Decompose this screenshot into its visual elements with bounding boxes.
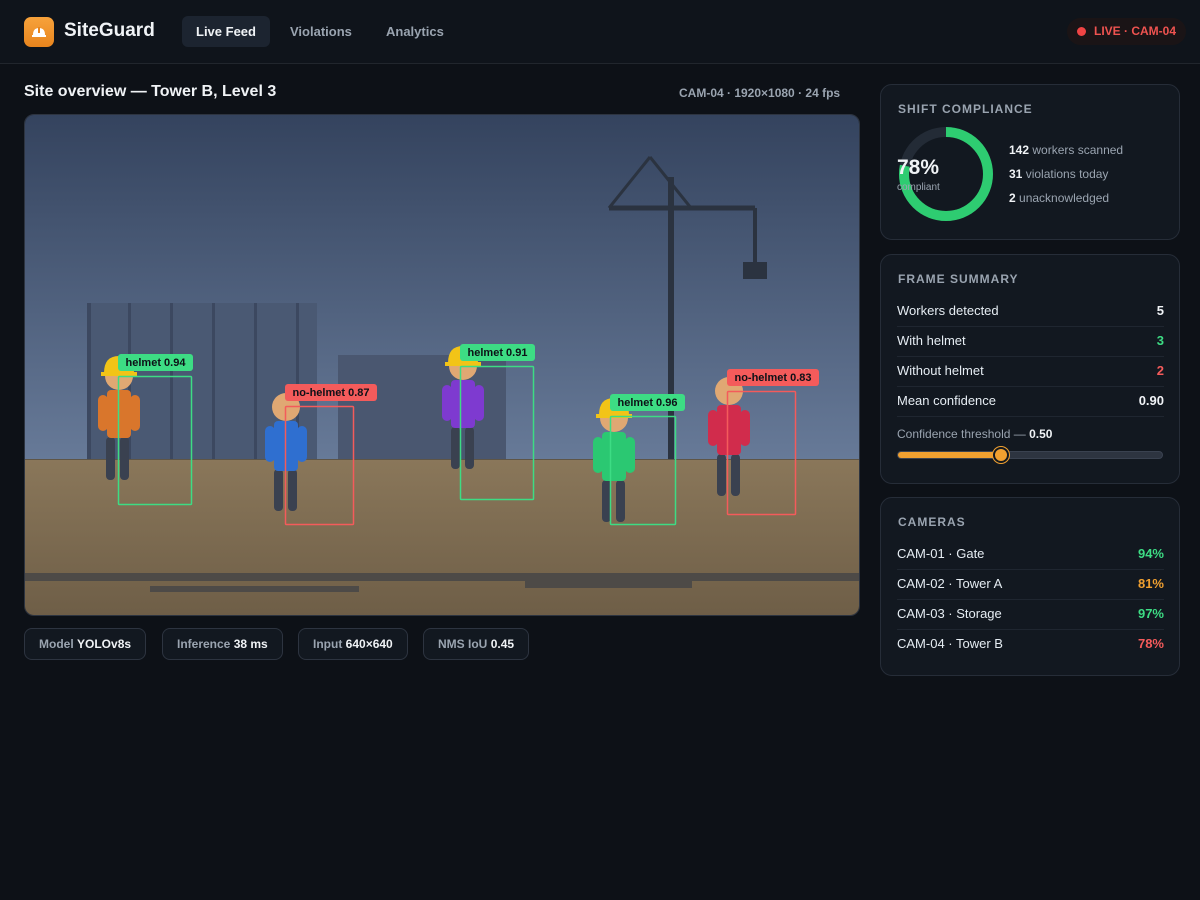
camera-label: CAM-01 · Gate (897, 546, 985, 561)
card-title: FRAME SUMMARY (898, 272, 1019, 286)
frame-summary-card: FRAME SUMMARY Workers detected 5 With he… (880, 254, 1180, 484)
row-value: 3 (1156, 333, 1164, 348)
inference-chip: Inference 38 ms (162, 628, 283, 660)
detection-label-3: helmet 0.91 (468, 347, 528, 359)
threshold-slider[interactable] (897, 451, 1163, 459)
stat-text: workers scanned (1032, 143, 1124, 157)
summary-row-workers: Workers detected 5 (897, 297, 1164, 327)
page-title: Site overview — Tower B, Level 3 (24, 83, 277, 100)
live-badge-label: LIVE · CAM-04 (1093, 24, 1176, 38)
chip-value: 640×640 (345, 637, 393, 651)
stat-unacknowledged: 2 unacknowledged (1009, 191, 1109, 205)
chip-key: NMS IoU (438, 637, 488, 651)
camera-label: CAM-02 · Tower A (897, 576, 1003, 591)
stat-violations-today: 31 violations today (1009, 167, 1108, 181)
row-value: 5 (1156, 303, 1164, 318)
compliance-percent: 78% (897, 156, 940, 179)
chip-key: Inference (177, 637, 231, 651)
model-chip: Model YOLOv8s (24, 628, 147, 660)
camera-feed[interactable]: helmet 0.94 no-helmet 0.87 helmet 0.91 h… (24, 114, 860, 616)
stat-workers-scanned: 142 workers scanned (1009, 143, 1123, 157)
hardhat-logo-icon (24, 17, 54, 47)
nms-iou-chip: NMS IoU 0.45 (423, 628, 530, 660)
camera-row-cam-02[interactable]: CAM-02 · Tower A 81% (897, 570, 1164, 600)
row-label: Workers detected (897, 303, 999, 318)
camera-row-cam-03[interactable]: CAM-03 · Storage 97% (897, 600, 1164, 630)
camera-label: CAM-04 · Tower B (897, 636, 1003, 651)
threshold-label: Confidence threshold — 0.50 (897, 427, 1052, 441)
stat-text: violations today (1025, 167, 1109, 181)
summary-row-mean-confidence: Mean confidence 0.90 (897, 387, 1164, 417)
tab-live-feed[interactable]: Live Feed (182, 16, 270, 47)
row-label: Mean confidence (897, 393, 997, 408)
top-bar: SiteGuard Live Feed Violations Analytics… (0, 0, 1200, 64)
camera-compliance: 78% (1137, 636, 1164, 651)
slider-thumb[interactable] (992, 447, 1009, 463)
camera-row-cam-01[interactable]: CAM-01 · Gate 94% (897, 540, 1164, 570)
chip-value: 0.45 (490, 637, 515, 651)
feed-scene: helmet 0.94 no-helmet 0.87 helmet 0.91 h… (25, 115, 859, 615)
tab-violations[interactable]: Violations (276, 16, 366, 47)
chip-value: 38 ms (233, 637, 268, 651)
threshold-text: Confidence threshold — (897, 427, 1026, 441)
row-value: 2 (1156, 363, 1164, 378)
stat-text: unacknowledged (1019, 191, 1110, 205)
summary-row-without-helmet: Without helmet 2 (897, 357, 1164, 387)
stat-number: 2 (1009, 191, 1016, 205)
compliance-donut: 78% compliant (897, 125, 995, 223)
chip-key: Model (39, 637, 74, 651)
cameras-card: CAMERAS CAM-01 · Gate 94% CAM-02 · Tower… (880, 497, 1180, 676)
detection-label-2: no-helmet 0.87 (292, 387, 369, 399)
chip-key: Input (313, 637, 343, 651)
card-title: CAMERAS (898, 515, 966, 529)
camera-label: CAM-03 · Storage (897, 606, 1002, 621)
compliance-sub: compliant (897, 182, 940, 193)
card-title: SHIFT COMPLIANCE (898, 102, 1033, 116)
detection-label-4: helmet 0.96 (618, 397, 678, 409)
row-label: With helmet (897, 333, 966, 348)
summary-row-with-helmet: With helmet 3 (897, 327, 1164, 357)
row-label: Without helmet (897, 363, 984, 378)
chip-value: YOLOv8s (77, 637, 132, 651)
stat-number: 31 (1009, 167, 1023, 181)
camera-compliance: 97% (1137, 606, 1164, 621)
camera-compliance: 81% (1137, 576, 1164, 591)
row-value: 0.90 (1138, 393, 1164, 408)
app-name: SiteGuard (64, 20, 155, 41)
detection-label-5: no-helmet 0.83 (734, 372, 811, 384)
camera-row-cam-04[interactable]: CAM-04 · Tower B 78% (897, 630, 1164, 660)
live-camera-badge[interactable]: LIVE · CAM-04 (1066, 18, 1186, 45)
tab-analytics[interactable]: Analytics (372, 16, 458, 47)
stat-number: 142 (1009, 143, 1030, 157)
detection-label-1: helmet 0.94 (126, 357, 187, 369)
camera-compliance: 94% (1137, 546, 1164, 561)
slider-fill (898, 452, 1002, 458)
shift-compliance-card: SHIFT COMPLIANCE 78% compliant 142 worke… (880, 84, 1180, 240)
input-size-chip: Input 640×640 (298, 628, 408, 660)
camera-meta: CAM-04 · 1920×1080 · 24 fps (679, 86, 841, 100)
live-dot-icon (1076, 27, 1086, 36)
threshold-value: 0.50 (1029, 427, 1053, 441)
